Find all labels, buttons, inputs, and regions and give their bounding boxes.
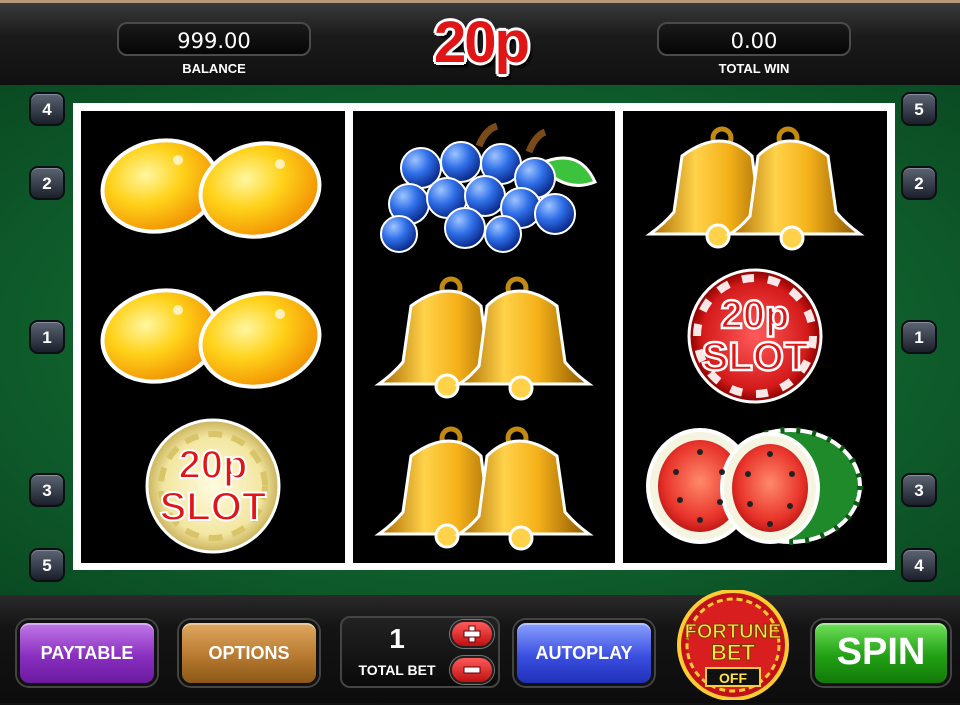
balance-label: BALANCE — [182, 61, 246, 76]
chip-text-line2: SLOT — [160, 485, 267, 529]
20p-slot-chip-red-icon: 20p SLOT — [623, 261, 887, 411]
total-win-display: 0.00 — [657, 22, 851, 56]
autoplay-button[interactable]: AUTOPLAY — [514, 620, 654, 686]
payline-badge-right[interactable]: 2 — [901, 166, 937, 200]
20p-slot-chip-gold-icon: 20p SLOT — [81, 411, 345, 561]
blue-grapes-icon — [353, 111, 615, 261]
bet-increase-button[interactable] — [450, 620, 494, 648]
payline-badge-right[interactable]: 1 — [901, 320, 937, 354]
golden-bells-icon — [353, 411, 615, 561]
fortune-bet-toggle[interactable]: FORTUNE BET OFF — [674, 589, 792, 701]
chip-text-line2: SLOT — [702, 335, 809, 379]
payline-badge-right[interactable]: 5 — [901, 92, 937, 126]
spin-button[interactable]: SPIN — [812, 620, 950, 686]
fortune-bet-title-line2: BET — [711, 640, 756, 665]
game-logo: 20p SLOT — [372, 7, 590, 147]
reel-1: 20p SLOT — [81, 111, 345, 563]
plus-icon — [463, 625, 481, 643]
payline-badge-left[interactable]: 5 — [29, 548, 65, 582]
lemons-icon — [81, 111, 345, 261]
paytable-button[interactable]: PAYTABLE — [17, 620, 157, 686]
minus-icon — [463, 666, 481, 674]
reel-2 — [353, 111, 615, 563]
balance-display: 999.00 — [117, 22, 311, 56]
top-bar: 999.00 BALANCE 20p SLOT 0.00 TOTAL WIN — [0, 0, 960, 147]
payline-badge-left[interactable]: 2 — [29, 166, 65, 200]
payline-badge-left[interactable]: 4 — [29, 92, 65, 126]
lemons-icon — [81, 261, 345, 411]
options-button[interactable]: OPTIONS — [179, 620, 319, 686]
golden-bells-icon — [623, 111, 887, 261]
total-bet-label: TOTAL BET — [358, 662, 436, 678]
reel-3: 20p SLOT — [623, 111, 887, 563]
payline-badge-right[interactable]: 4 — [901, 548, 937, 582]
golden-bells-icon — [353, 261, 615, 411]
fortune-bet-state: OFF — [719, 670, 747, 686]
total-bet-value: 1 — [389, 623, 405, 654]
chip-text-line1: 20p — [179, 443, 248, 487]
watermelon-icon — [623, 411, 887, 561]
chip-text-line1: 20p — [721, 293, 790, 337]
payline-badge-right[interactable]: 3 — [901, 473, 937, 507]
payline-badge-left[interactable]: 3 — [29, 473, 65, 507]
payline-badge-left[interactable]: 1 — [29, 320, 65, 354]
bet-decrease-button[interactable] — [450, 656, 494, 684]
total-win-label: TOTAL WIN — [718, 61, 790, 76]
